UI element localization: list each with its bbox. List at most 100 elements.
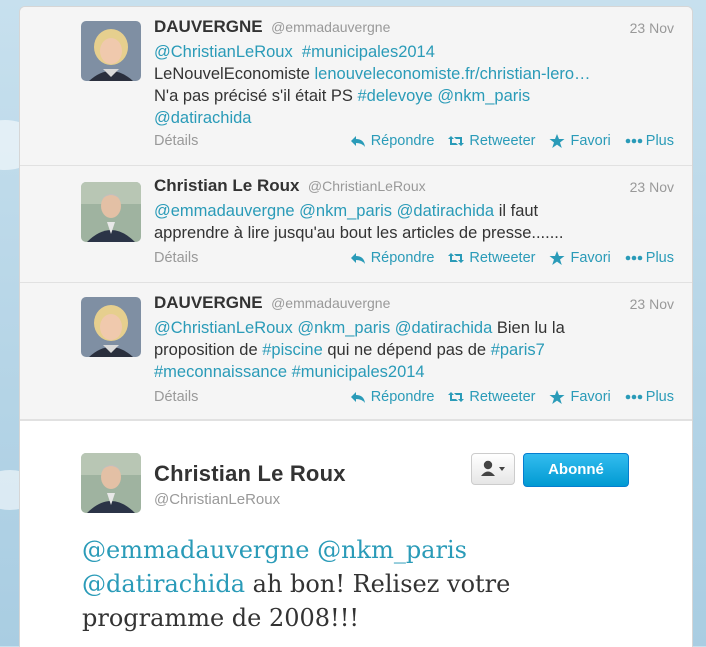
- author-name[interactable]: Christian Le Roux: [154, 461, 346, 487]
- text-segment: [309, 536, 317, 564]
- text-segment: programme de 2008!!!: [82, 604, 359, 632]
- retweet-icon: [448, 134, 465, 148]
- reply-button[interactable]: Répondre: [350, 133, 434, 149]
- mention-link[interactable]: @ChristianLeRoux: [154, 319, 293, 337]
- hashtag-link[interactable]: #delevoye: [357, 87, 432, 105]
- favorite-label: Favori: [570, 389, 611, 405]
- author-name[interactable]: DAUVERGNE: [154, 17, 263, 36]
- star-icon: [549, 390, 565, 404]
- more-button[interactable]: Plus: [625, 389, 674, 405]
- text-line: programme de 2008!!!: [82, 601, 642, 635]
- mention-link[interactable]: @datirachida: [82, 570, 245, 598]
- text-segment: LeNouvelEconomiste: [154, 65, 315, 83]
- retweet-icon: [448, 390, 465, 404]
- author-handle[interactable]: @ChristianLeRoux: [308, 178, 426, 194]
- tweet-actions: Détails Répondre Retweeter Favori Plus: [154, 133, 674, 153]
- more-button[interactable]: Plus: [625, 250, 674, 266]
- text-line: @ChristianLeRoux #municipales2014: [154, 41, 678, 63]
- text-line: apprendre à lire jusqu'au bout les artic…: [154, 222, 678, 244]
- retweet-button[interactable]: Retweeter: [448, 389, 535, 405]
- author-name[interactable]: DAUVERGNE: [154, 293, 263, 312]
- mention-link[interactable]: @emmadauvergne: [82, 536, 309, 564]
- reply-button[interactable]: Répondre: [350, 389, 435, 405]
- hashtag-link[interactable]: #meconnaissance: [154, 363, 287, 381]
- tweet-actions: Détails Répondre Retweeter Favori Plus: [154, 389, 674, 409]
- reply-label: Répondre: [370, 389, 435, 405]
- reply-icon: [350, 251, 366, 265]
- reply-button[interactable]: Répondre: [350, 250, 435, 266]
- reply-label: Répondre: [370, 250, 435, 266]
- favorite-button[interactable]: Favori: [549, 133, 611, 149]
- more-dots-icon: [625, 390, 643, 404]
- mention-link[interactable]: @ChristianLeRoux: [154, 43, 293, 61]
- tweet-item[interactable]: DAUVERGNE @emmadauvergne 23 Nov @Christi…: [20, 283, 692, 420]
- text-line: N'a pas précisé s'il était PS #delevoye …: [154, 85, 678, 107]
- text-segment: Bien lu la: [492, 319, 565, 337]
- retweet-label: Retweeter: [469, 389, 536, 405]
- hashtag-link[interactable]: #municipales2014: [302, 43, 435, 61]
- author-handle[interactable]: @emmadauvergne: [271, 295, 390, 311]
- details-link[interactable]: Détails: [154, 133, 198, 149]
- details-link[interactable]: Détails: [154, 250, 198, 266]
- text-line: @emmadauvergne @nkm_paris: [82, 533, 642, 567]
- more-dots-icon: [625, 134, 643, 148]
- retweet-label: Retweeter: [469, 250, 536, 266]
- more-label: Plus: [645, 133, 674, 149]
- author-name[interactable]: Christian Le Roux: [154, 176, 299, 195]
- author-handle[interactable]: @ChristianLeRoux: [154, 491, 280, 508]
- avatar[interactable]: [81, 21, 141, 81]
- text-segment: ah bon! Relisez votre: [245, 570, 511, 598]
- text-segment: apprendre à lire jusqu'au bout les artic…: [154, 224, 564, 242]
- tweet-actions: Détails Répondre Retweeter Favori Plus: [154, 250, 674, 270]
- tweet-header: DAUVERGNE @emmadauvergne 23 Nov: [154, 17, 674, 37]
- retweet-button[interactable]: Retweeter: [448, 250, 535, 266]
- more-button[interactable]: Plus: [625, 133, 674, 149]
- man-avatar-icon: [81, 453, 141, 513]
- author-handle[interactable]: @emmadauvergne: [271, 19, 390, 35]
- star-icon: [549, 251, 565, 265]
- retweet-label: Retweeter: [469, 133, 536, 149]
- avatar[interactable]: [81, 182, 141, 242]
- tweet-item[interactable]: DAUVERGNE @emmadauvergne 23 Nov @Christi…: [20, 7, 692, 166]
- tweet-item[interactable]: Christian Le Roux @ChristianLeRoux 23 No…: [20, 166, 692, 283]
- retweet-button[interactable]: Retweeter: [448, 133, 535, 149]
- text-segment: [293, 43, 302, 61]
- mention-link[interactable]: @datirachida: [154, 109, 251, 127]
- text-line: @datirachida ah bon! Relisez votre: [82, 567, 642, 601]
- user-actions-button[interactable]: [471, 453, 515, 485]
- mention-link[interactable]: @datirachida: [397, 202, 494, 220]
- hashtag-link[interactable]: #piscine: [262, 341, 323, 359]
- follow-button[interactable]: Abonné: [523, 453, 629, 487]
- avatar[interactable]: [81, 297, 141, 357]
- tweet-date[interactable]: 23 Nov: [630, 296, 674, 312]
- hashtag-link[interactable]: #municipales2014: [292, 363, 425, 381]
- star-icon: [549, 134, 565, 148]
- reply-icon: [350, 134, 366, 148]
- favorite-label: Favori: [570, 133, 611, 149]
- more-label: Plus: [645, 250, 674, 266]
- mention-link[interactable]: @datirachida: [395, 319, 492, 337]
- mention-link[interactable]: @nkm_paris: [297, 319, 390, 337]
- text-line: @ChristianLeRoux @nkm_paris @datirachida…: [154, 317, 678, 339]
- mention-link[interactable]: @nkm_paris: [317, 536, 467, 564]
- text-segment: proposition de: [154, 341, 263, 359]
- mention-link[interactable]: @emmadauvergne: [154, 202, 295, 220]
- text-line: @emmadauvergne @nkm_paris @datirachida i…: [154, 200, 678, 222]
- favorite-button[interactable]: Favori: [549, 389, 611, 405]
- mention-link[interactable]: @nkm_paris: [437, 87, 530, 105]
- text-segment: N'a pas précisé s'il était PS: [154, 87, 358, 105]
- main-tweet: Christian Le Roux @ChristianLeRoux Abonn…: [20, 420, 692, 647]
- tweet-date[interactable]: 23 Nov: [630, 179, 674, 195]
- details-link[interactable]: Détails: [154, 389, 198, 405]
- tweet-header: DAUVERGNE @emmadauvergne 23 Nov: [154, 293, 674, 313]
- hashtag-link[interactable]: #paris7: [491, 341, 545, 359]
- user-dropdown-icon: [481, 460, 505, 476]
- favorite-button[interactable]: Favori: [549, 250, 611, 266]
- main-tweet-text: @emmadauvergne @nkm_paris @datirachida ah…: [82, 533, 642, 635]
- url-link[interactable]: lenouveleconomiste.fr/christian-lero…: [315, 65, 591, 83]
- tweet-header: Christian Le Roux @ChristianLeRoux 23 No…: [154, 176, 674, 196]
- tweet-date[interactable]: 23 Nov: [630, 20, 674, 36]
- text-line: @datirachida: [154, 107, 678, 129]
- avatar[interactable]: [81, 453, 141, 513]
- mention-link[interactable]: @nkm_paris: [299, 202, 392, 220]
